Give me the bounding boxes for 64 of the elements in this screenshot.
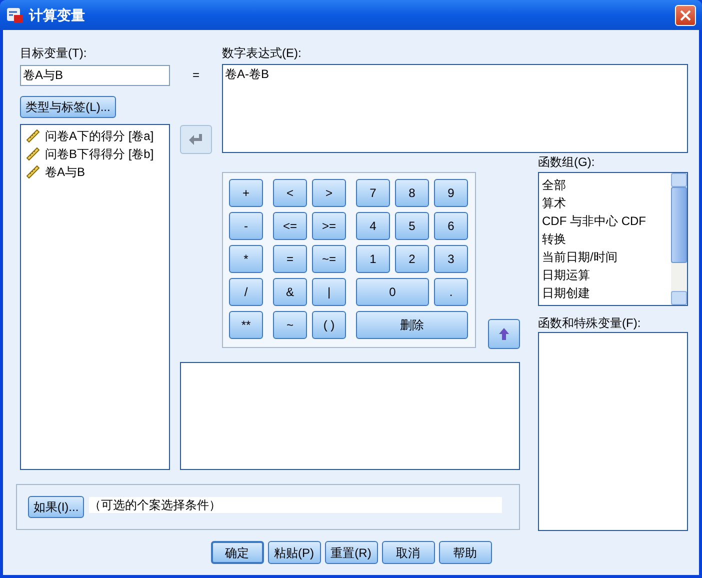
variable-item[interactable]: 问卷A下的得分 [卷a]: [21, 127, 169, 145]
function-group-item[interactable]: 算术: [542, 194, 671, 212]
keypad-key[interactable]: <=: [273, 212, 307, 240]
keypad-key[interactable]: 9: [434, 179, 468, 207]
keypad-key[interactable]: 3: [434, 245, 468, 273]
keypad-key[interactable]: ~=: [312, 245, 346, 273]
dialog-button[interactable]: 确定: [210, 541, 264, 564]
keypad-key[interactable]: 4: [356, 212, 390, 240]
keypad-key[interactable]: **: [229, 311, 263, 339]
keypad-key[interactable]: =: [273, 245, 307, 273]
field-label: 函数组(G):: [538, 155, 596, 170]
window-title: 计算变量: [29, 6, 85, 24]
condition-text: （可选的个案选择条件）: [89, 497, 502, 513]
dialog-button[interactable]: 取消: [382, 541, 434, 564]
close-button[interactable]: [675, 4, 696, 26]
app-icon: [6, 6, 24, 24]
target-variable-field[interactable]: 卷A与B: [20, 65, 170, 86]
keypad-key[interactable]: 5: [395, 212, 429, 240]
dialog-button[interactable]: 帮助: [438, 541, 492, 564]
function-group-item[interactable]: CDF 与非中心 CDF: [542, 212, 671, 230]
keypad-key[interactable]: >: [312, 179, 346, 207]
keypad-key[interactable]: 2: [395, 245, 429, 273]
keypad-key[interactable]: >=: [312, 212, 346, 240]
keypad-key[interactable]: 6: [434, 212, 468, 240]
keypad-key[interactable]: |: [312, 278, 346, 306]
keypad-key[interactable]: &: [273, 278, 307, 306]
dialog-button[interactable]: 粘贴(P): [268, 541, 320, 564]
equals-sign: =: [192, 67, 200, 84]
move-up-button[interactable]: [488, 319, 520, 349]
variable-item[interactable]: 问卷B下得得分 [卷b]: [21, 145, 169, 163]
field-label: 目标变量(T):: [20, 45, 88, 62]
field-label: 数字表达式(E):: [222, 45, 302, 62]
ruler-icon: [25, 128, 41, 144]
up-arrow-icon: [498, 327, 510, 341]
keypad-key[interactable]: 删除: [356, 311, 468, 339]
function-group-item[interactable]: 日期运算: [542, 266, 671, 284]
insert-button[interactable]: [180, 125, 212, 154]
close-icon: [680, 10, 691, 20]
dialog-button[interactable]: 重置(R): [324, 541, 378, 564]
ruler-icon: [25, 146, 41, 162]
keypad-key[interactable]: /: [229, 278, 263, 306]
keypad-key[interactable]: 8: [395, 179, 429, 207]
keypad-key[interactable]: 7: [356, 179, 390, 207]
function-group-item[interactable]: 当前日期/时间: [542, 248, 671, 266]
expression-field[interactable]: 卷A-卷B: [222, 64, 688, 153]
turn-arrow-icon: [188, 132, 204, 146]
keypad-key[interactable]: *: [229, 245, 263, 273]
keypad-key[interactable]: +: [229, 179, 263, 207]
keypad-key[interactable]: ~: [273, 311, 307, 339]
function-group-item[interactable]: 日期创建: [542, 284, 671, 302]
ruler-icon: [25, 164, 41, 180]
keypad-key[interactable]: 0: [356, 278, 429, 306]
field-label: 函数和特殊变量(F):: [538, 316, 642, 331]
keypad-key[interactable]: <: [273, 179, 307, 207]
if-button[interactable]: 如果(I)...: [28, 496, 84, 518]
scrollbar[interactable]: [671, 173, 687, 305]
variable-item[interactable]: 卷A与B: [21, 163, 169, 181]
keypad-key[interactable]: 1: [356, 245, 390, 273]
keypad-key[interactable]: ( ): [312, 311, 346, 339]
function-group-item[interactable]: 全部: [542, 176, 671, 194]
keypad-key[interactable]: -: [229, 212, 263, 240]
keypad-key[interactable]: .: [434, 278, 468, 306]
function-group-item[interactable]: 转换: [542, 230, 671, 248]
type-label-button[interactable]: 类型与标签(L)...: [20, 96, 116, 118]
